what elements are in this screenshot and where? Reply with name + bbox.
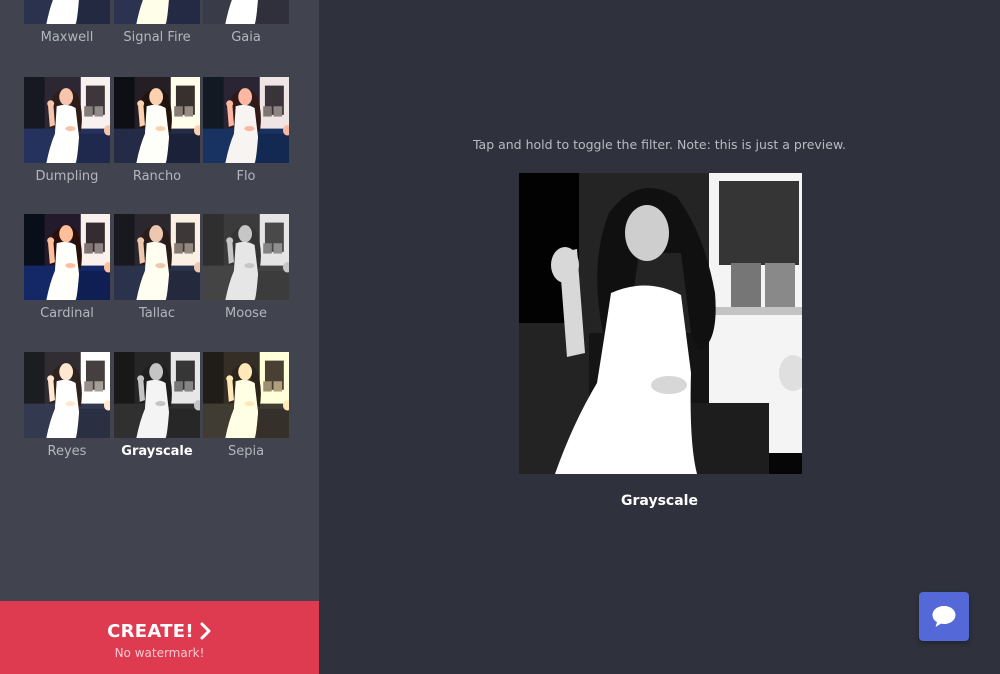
- preview-image[interactable]: [519, 173, 802, 474]
- filter-thumbnail: [114, 352, 200, 438]
- filter-moose[interactable]: Moose: [203, 214, 289, 324]
- preview-filter-name: Grayscale: [621, 493, 698, 509]
- filter-sidebar: Maxwell Signal Fire Gaia Dumpling Rancho…: [0, 0, 319, 674]
- filter-thumbnail: [203, 214, 289, 300]
- create-sublabel: No watermark!: [114, 646, 205, 660]
- filter-reyes[interactable]: Reyes: [24, 352, 110, 462]
- filter-gaia[interactable]: Gaia: [203, 0, 289, 48]
- filter-thumbnail: [203, 352, 289, 438]
- filter-thumbnail: [24, 77, 110, 163]
- preview-hint: Tap and hold to toggle the filter. Note:…: [472, 137, 847, 152]
- chevron-right-icon: [200, 622, 212, 645]
- filter-thumbnail: [114, 0, 200, 24]
- filter-thumbnail: [24, 0, 110, 24]
- create-button[interactable]: CREATE! No watermark!: [0, 601, 319, 674]
- filter-thumbnail: [24, 214, 110, 300]
- filter-label: Sepia: [227, 444, 265, 459]
- filter-thumbnail: [203, 77, 289, 163]
- preview-photo: [519, 173, 802, 474]
- filter-thumbnail: [114, 77, 200, 163]
- filter-label: Gaia: [231, 30, 261, 45]
- create-label: CREATE!: [107, 621, 194, 642]
- filter-label: Moose: [225, 306, 267, 321]
- filter-thumbnail: [203, 0, 289, 24]
- filter-grayscale[interactable]: Grayscale: [114, 352, 200, 462]
- filter-tallac[interactable]: Tallac: [114, 214, 200, 324]
- filter-rancho[interactable]: Rancho: [114, 77, 200, 187]
- chat-bubble-icon: [932, 606, 956, 627]
- filter-maxwell[interactable]: Maxwell: [24, 0, 110, 48]
- filter-label: Flo: [236, 169, 256, 184]
- create-button-main: CREATE!: [0, 621, 319, 645]
- filter-dumpling[interactable]: Dumpling: [24, 77, 110, 187]
- filter-flo[interactable]: Flo: [203, 77, 289, 187]
- filter-grid: Maxwell Signal Fire Gaia Dumpling Rancho…: [0, 0, 319, 600]
- filter-thumbnail: [114, 214, 200, 300]
- chat-button[interactable]: [919, 592, 969, 641]
- filter-thumbnail: [24, 352, 110, 438]
- filter-cardinal[interactable]: Cardinal: [24, 214, 110, 324]
- filter-sepia[interactable]: Sepia: [203, 352, 289, 462]
- filter-signal-fire[interactable]: Signal Fire: [114, 0, 200, 48]
